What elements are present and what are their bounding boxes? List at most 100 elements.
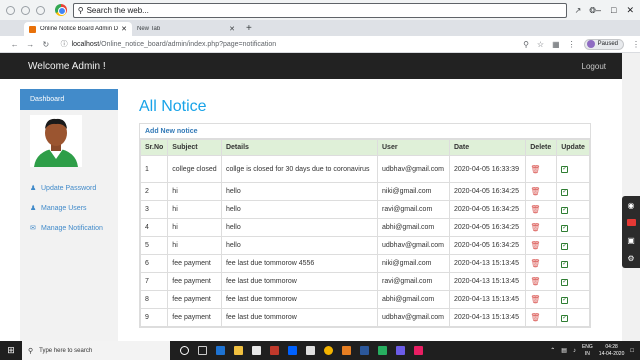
forward-arrow-icon[interactable]: → <box>24 40 38 49</box>
cell-delete: 🗑︎ <box>525 182 558 201</box>
close-icon[interactable]: ✕ <box>626 5 634 16</box>
store-icon[interactable] <box>252 346 261 355</box>
notification-icon[interactable]: □ <box>630 348 634 354</box>
web-search-box[interactable]: ⚲ Search the web... <box>72 2 567 18</box>
cortana-icon[interactable] <box>180 346 189 355</box>
trash-icon[interactable]: 🗑︎ <box>530 187 540 196</box>
minimize-icon[interactable]: – <box>596 5 601 16</box>
search-icon: ⚲ <box>28 347 34 355</box>
reload-circle-icon[interactable] <box>35 5 45 15</box>
cell-details: hello <box>220 182 379 201</box>
trash-icon[interactable]: 🗑︎ <box>530 313 540 322</box>
tab-close-icon[interactable]: ✕ <box>121 25 127 33</box>
edit-check-icon[interactable]: ✓ <box>561 188 569 196</box>
clock[interactable]: 04:28 14-04-2020 <box>599 344 625 358</box>
top-icons: ↗ ❂ <box>575 6 596 15</box>
envelope-icon: ✉ <box>30 225 36 232</box>
edit-check-icon[interactable]: ✓ <box>561 296 569 304</box>
sidebar-item-manage-notification[interactable]: ✉ Manage Notification <box>20 218 118 238</box>
top-navbar: Welcome Admin ! Logout <box>0 53 622 79</box>
notepad-icon[interactable] <box>306 346 315 355</box>
url-path: /Online_notice_board/admin/index.php?pag… <box>99 40 277 48</box>
tab-new-tab[interactable]: New Tab ✕ <box>132 22 240 36</box>
recorder-toolbar: ◉ ▣ ⚙ <box>622 196 640 268</box>
cell-date: 2020-04-13 15:13:45 <box>448 254 527 273</box>
windows-start-icon[interactable]: ⊞ <box>0 345 22 356</box>
trash-icon[interactable]: 🗑︎ <box>530 259 540 268</box>
edit-check-icon[interactable]: ✓ <box>561 260 569 268</box>
favicon-icon <box>29 25 36 33</box>
logout-link[interactable]: Logout <box>582 62 606 71</box>
tray-chevron-icon[interactable]: ⌃ <box>550 347 555 354</box>
info-icon[interactable]: ⓘ <box>61 39 68 49</box>
forward-circle-icon[interactable] <box>20 5 30 15</box>
cell-update: ✓ <box>556 218 590 237</box>
extensions-icon[interactable]: ▦ <box>552 40 560 49</box>
cell-delete: 🗑︎ <box>525 236 558 255</box>
edit-check-icon[interactable]: ✓ <box>561 278 569 286</box>
clock-date: 14-04-2020 <box>598 350 625 357</box>
edge-icon[interactable] <box>216 346 225 355</box>
word-icon[interactable] <box>360 346 369 355</box>
task-view-icon[interactable] <box>198 346 207 355</box>
trash-icon[interactable]: 🗑︎ <box>530 241 540 250</box>
sidebar: Dashboard ♟ Update Password ♟ Manage Use… <box>20 89 118 341</box>
cell-details: fee last due tommorow <box>220 308 379 327</box>
app-icon[interactable] <box>414 346 423 355</box>
file-explorer-icon[interactable] <box>234 346 243 355</box>
add-new-notice-link[interactable]: Add New notice <box>140 124 590 139</box>
xampp-icon[interactable] <box>342 346 351 355</box>
edit-check-icon[interactable]: ✓ <box>561 206 569 214</box>
zoom-icon[interactable]: ⚲ <box>523 40 529 49</box>
back-circle-icon[interactable] <box>6 5 15 15</box>
navbar-brand[interactable]: Welcome Admin ! <box>28 61 106 72</box>
sidebar-item-manage-users[interactable]: ♟ Manage Users <box>20 198 118 218</box>
cell-delete: 🗑︎ <box>525 155 558 183</box>
sidebar-item-dashboard[interactable]: Dashboard <box>20 89 118 110</box>
language-indicator[interactable]: ENG IN <box>582 344 593 358</box>
tab-admin-dashboard[interactable]: Online Notice Board Admin Das ✕ <box>24 22 132 36</box>
region-code: IN <box>584 350 590 357</box>
bookmark-star-icon[interactable]: ☆ <box>537 40 544 49</box>
dropbox-icon[interactable] <box>288 346 297 355</box>
edit-check-icon[interactable]: ✓ <box>561 242 569 250</box>
settings-gear-icon[interactable]: ⚙ <box>627 254 634 263</box>
whatsapp-icon[interactable] <box>378 346 387 355</box>
edit-check-icon[interactable]: ✓ <box>561 166 569 173</box>
menu-dots-icon[interactable]: ⋮ <box>568 40 576 49</box>
chrome-icon[interactable] <box>324 346 333 355</box>
reload-icon[interactable]: ↻ <box>39 40 53 49</box>
edit-check-icon[interactable]: ✓ <box>561 314 569 322</box>
record-icon[interactable] <box>626 219 636 227</box>
trash-icon[interactable]: 🗑︎ <box>530 277 540 286</box>
trash-icon[interactable]: 🗑︎ <box>530 295 540 304</box>
sidebar-item-update-password[interactable]: ♟ Update Password <box>20 178 118 198</box>
trash-icon[interactable]: 🗑︎ <box>530 205 540 214</box>
screen: ⚲ Search the web... ↗ ❂ – □ ✕ Online Not… <box>0 0 640 360</box>
tab-close-icon[interactable]: ✕ <box>229 25 235 33</box>
browser-menu-icon[interactable]: ⋮ <box>632 40 640 49</box>
camera-icon[interactable]: ◉ <box>628 201 635 210</box>
new-tab-plus-icon[interactable]: + <box>246 22 252 36</box>
cell-subject: hi <box>167 236 222 255</box>
web-page: Welcome Admin ! Logout Dashboard ♟ Updat… <box>0 53 640 341</box>
maximize-icon[interactable]: □ <box>611 5 616 16</box>
image-icon[interactable]: ▣ <box>627 236 635 245</box>
pin-icon[interactable]: ❂ <box>589 6 596 15</box>
cell-details: fee last due tommorow 4556 <box>220 254 379 273</box>
cell-subject: fee payment <box>167 272 222 291</box>
profile-button[interactable]: Paused <box>583 38 625 50</box>
trash-icon[interactable]: 🗑︎ <box>530 223 540 232</box>
share-icon[interactable]: ↗ <box>575 6 582 15</box>
app-icon[interactable] <box>396 346 405 355</box>
back-arrow-icon[interactable]: ← <box>8 40 22 49</box>
table-row: 5 hi hello udbhav@gmail.com 2020-04-05 1… <box>139 236 590 255</box>
url-field[interactable]: ⓘ localhost /Online_notice_board/admin/i… <box>61 38 505 51</box>
app-icon[interactable] <box>270 346 279 355</box>
cell-user: udbhav@gmail.com <box>377 308 450 327</box>
network-icon[interactable]: ▤ <box>561 347 567 354</box>
taskbar-search-box[interactable]: ⚲ Type here to search <box>22 341 170 360</box>
edit-check-icon[interactable]: ✓ <box>561 224 569 232</box>
trash-icon[interactable]: 🗑︎ <box>530 165 540 174</box>
volume-icon[interactable]: ♪ <box>573 348 576 354</box>
